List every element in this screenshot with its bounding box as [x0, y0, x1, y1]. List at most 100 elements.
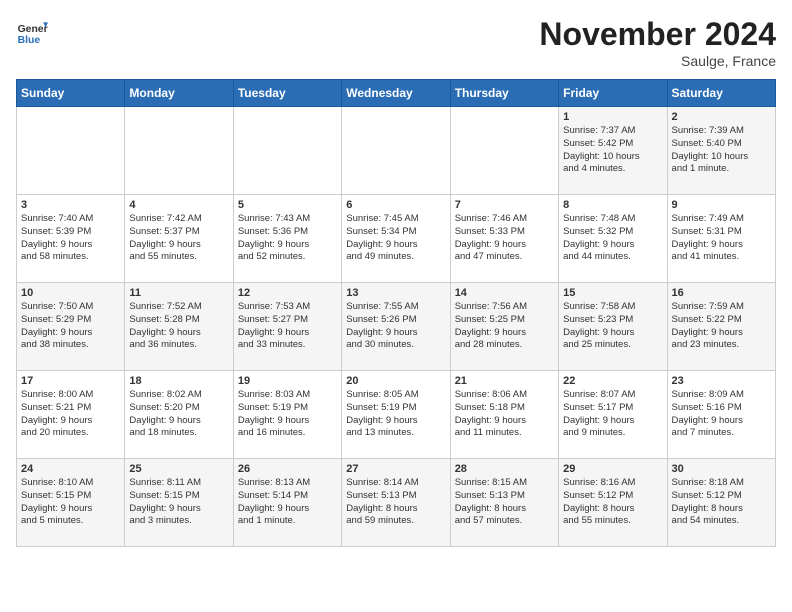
day-info-line: and 47 minutes. [455, 251, 554, 264]
calendar-cell [17, 107, 125, 195]
day-info-line: Sunset: 5:12 PM [672, 490, 771, 503]
day-info-line: Sunrise: 7:46 AM [455, 213, 554, 226]
month-title: November 2024 [539, 16, 776, 53]
day-info-line: Daylight: 9 hours [129, 503, 228, 516]
day-info-line: Sunset: 5:34 PM [346, 226, 445, 239]
day-number: 22 [563, 375, 662, 387]
day-info-line: Sunset: 5:42 PM [563, 138, 662, 151]
day-info-line: Sunset: 5:19 PM [346, 402, 445, 415]
day-info-line: and 18 minutes. [129, 427, 228, 440]
day-info-line: Daylight: 9 hours [21, 327, 120, 340]
calendar-cell: 4Sunrise: 7:42 AMSunset: 5:37 PMDaylight… [125, 195, 233, 283]
day-info-line: Sunrise: 7:43 AM [238, 213, 337, 226]
day-info-line: Daylight: 9 hours [563, 415, 662, 428]
weekday-header: Thursday [450, 80, 558, 107]
day-info-line: and 38 minutes. [21, 339, 120, 352]
day-info-line: and 59 minutes. [346, 515, 445, 528]
day-info-line: Daylight: 8 hours [346, 503, 445, 516]
day-info-line: Daylight: 8 hours [455, 503, 554, 516]
calendar-week-row: 1Sunrise: 7:37 AMSunset: 5:42 PMDaylight… [17, 107, 776, 195]
day-info-line: Daylight: 9 hours [238, 239, 337, 252]
day-info-line: Sunrise: 8:06 AM [455, 389, 554, 402]
day-info-line: Daylight: 8 hours [672, 503, 771, 516]
day-info-line: Daylight: 9 hours [238, 415, 337, 428]
weekday-header: Wednesday [342, 80, 450, 107]
day-info-line: and 25 minutes. [563, 339, 662, 352]
day-info-line: Sunrise: 8:11 AM [129, 477, 228, 490]
day-info-line: Sunrise: 8:13 AM [238, 477, 337, 490]
day-info-line: and 49 minutes. [346, 251, 445, 264]
calendar-cell: 29Sunrise: 8:16 AMSunset: 5:12 PMDayligh… [559, 459, 667, 547]
day-number: 24 [21, 463, 120, 475]
calendar-cell: 13Sunrise: 7:55 AMSunset: 5:26 PMDayligh… [342, 283, 450, 371]
calendar-header-row: SundayMondayTuesdayWednesdayThursdayFrid… [17, 80, 776, 107]
calendar-table: SundayMondayTuesdayWednesdayThursdayFrid… [16, 79, 776, 547]
day-info-line: Daylight: 10 hours [672, 151, 771, 164]
day-number: 14 [455, 287, 554, 299]
day-info-line: Sunrise: 8:07 AM [563, 389, 662, 402]
day-info-line: Sunrise: 7:48 AM [563, 213, 662, 226]
calendar-cell: 16Sunrise: 7:59 AMSunset: 5:22 PMDayligh… [667, 283, 775, 371]
day-info-line: Sunrise: 7:37 AM [563, 125, 662, 138]
day-info-line: Sunset: 5:31 PM [672, 226, 771, 239]
day-info-line: Daylight: 9 hours [346, 239, 445, 252]
day-number: 25 [129, 463, 228, 475]
calendar-cell: 24Sunrise: 8:10 AMSunset: 5:15 PMDayligh… [17, 459, 125, 547]
day-info-line: Sunset: 5:25 PM [455, 314, 554, 327]
calendar-cell: 10Sunrise: 7:50 AMSunset: 5:29 PMDayligh… [17, 283, 125, 371]
day-info-line: Sunset: 5:16 PM [672, 402, 771, 415]
day-info-line: and 55 minutes. [129, 251, 228, 264]
day-info-line: Sunset: 5:23 PM [563, 314, 662, 327]
day-info-line: Daylight: 10 hours [563, 151, 662, 164]
calendar-week-row: 10Sunrise: 7:50 AMSunset: 5:29 PMDayligh… [17, 283, 776, 371]
calendar-cell: 9Sunrise: 7:49 AMSunset: 5:31 PMDaylight… [667, 195, 775, 283]
day-number: 7 [455, 199, 554, 211]
day-info-line: Sunrise: 7:52 AM [129, 301, 228, 314]
day-info-line: Daylight: 9 hours [563, 239, 662, 252]
svg-text:General: General [18, 24, 48, 35]
calendar-week-row: 17Sunrise: 8:00 AMSunset: 5:21 PMDayligh… [17, 371, 776, 459]
day-info-line: and 57 minutes. [455, 515, 554, 528]
day-info-line: and 28 minutes. [455, 339, 554, 352]
day-info-line: Sunset: 5:40 PM [672, 138, 771, 151]
day-info-line: Daylight: 9 hours [129, 415, 228, 428]
day-info-line: and 3 minutes. [129, 515, 228, 528]
day-info-line: Sunset: 5:27 PM [238, 314, 337, 327]
calendar-week-row: 24Sunrise: 8:10 AMSunset: 5:15 PMDayligh… [17, 459, 776, 547]
calendar-cell: 15Sunrise: 7:58 AMSunset: 5:23 PMDayligh… [559, 283, 667, 371]
day-info-line: Sunrise: 7:55 AM [346, 301, 445, 314]
logo: General Blue [16, 16, 48, 48]
day-info-line: Daylight: 9 hours [129, 327, 228, 340]
day-info-line: and 9 minutes. [563, 427, 662, 440]
day-info-line: Sunset: 5:18 PM [455, 402, 554, 415]
day-info-line: and 1 minute. [672, 163, 771, 176]
day-info-line: Sunset: 5:19 PM [238, 402, 337, 415]
day-info-line: Sunset: 5:13 PM [455, 490, 554, 503]
calendar-cell: 5Sunrise: 7:43 AMSunset: 5:36 PMDaylight… [233, 195, 341, 283]
day-info-line: and 23 minutes. [672, 339, 771, 352]
day-number: 1 [563, 111, 662, 123]
day-info-line: Sunrise: 7:59 AM [672, 301, 771, 314]
day-info-line: Daylight: 9 hours [129, 239, 228, 252]
day-info-line: Daylight: 9 hours [672, 415, 771, 428]
day-info-line: Daylight: 9 hours [672, 327, 771, 340]
day-info-line: Daylight: 9 hours [21, 415, 120, 428]
calendar-cell: 17Sunrise: 8:00 AMSunset: 5:21 PMDayligh… [17, 371, 125, 459]
day-info-line: Daylight: 9 hours [455, 239, 554, 252]
day-info-line: Sunset: 5:14 PM [238, 490, 337, 503]
calendar-cell [233, 107, 341, 195]
day-number: 6 [346, 199, 445, 211]
calendar-body: 1Sunrise: 7:37 AMSunset: 5:42 PMDaylight… [17, 107, 776, 547]
calendar-cell: 23Sunrise: 8:09 AMSunset: 5:16 PMDayligh… [667, 371, 775, 459]
day-info-line: Sunset: 5:15 PM [129, 490, 228, 503]
day-info-line: Sunrise: 7:56 AM [455, 301, 554, 314]
day-info-line: Sunrise: 8:16 AM [563, 477, 662, 490]
day-info-line: and 7 minutes. [672, 427, 771, 440]
calendar-cell: 6Sunrise: 7:45 AMSunset: 5:34 PMDaylight… [342, 195, 450, 283]
day-info-line: Daylight: 9 hours [21, 503, 120, 516]
calendar-cell: 30Sunrise: 8:18 AMSunset: 5:12 PMDayligh… [667, 459, 775, 547]
day-info-line: Sunrise: 7:53 AM [238, 301, 337, 314]
day-info-line: and 41 minutes. [672, 251, 771, 264]
calendar-cell: 2Sunrise: 7:39 AMSunset: 5:40 PMDaylight… [667, 107, 775, 195]
day-number: 15 [563, 287, 662, 299]
